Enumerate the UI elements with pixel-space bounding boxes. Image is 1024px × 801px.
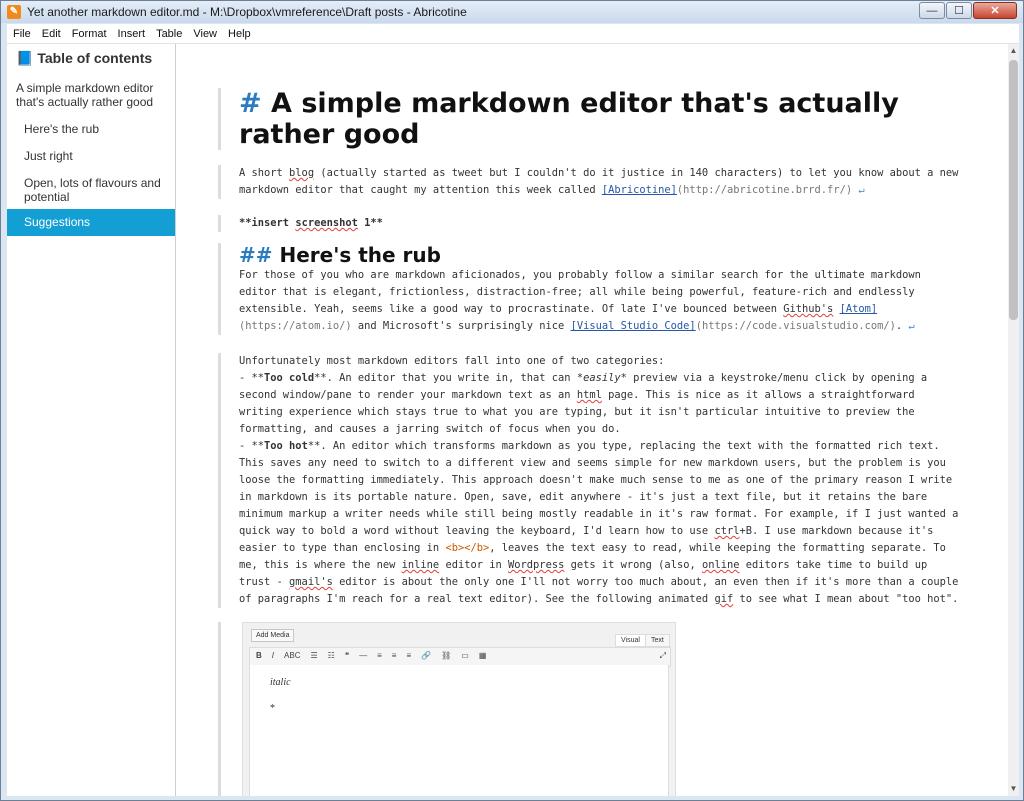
window-title: Yet another markdown editor.md - M:\Drop… (27, 5, 467, 19)
wp-text-asterisk: * (270, 703, 275, 714)
toc-item-just-right[interactable]: Just right (7, 149, 175, 163)
add-media-button-image: Add Media (251, 629, 295, 642)
kitchen-sink-icon: ▦ (478, 651, 487, 660)
return-icon: ↵ (908, 320, 915, 332)
scroll-down-arrow-icon[interactable]: ▼ (1008, 782, 1019, 796)
toc-item-open-lots[interactable]: Open, lots of flavours and potential (7, 176, 175, 206)
return-icon: ↵ (858, 184, 865, 196)
abricotine-link[interactable]: [Abricotine] (602, 184, 677, 196)
h1-text: A simple markdown editor that's actually… (239, 88, 899, 150)
wp-toolbar-image: B I ABC ☰ ☷ ❝ — ≡ ≡ ≡ 🔗 ⛓ ▭ ▦ ⤢ (249, 647, 671, 667)
spell-error: blog (289, 167, 315, 179)
scroll-up-arrow-icon[interactable]: ▲ (1008, 44, 1019, 58)
toc-item-heres-the-rub[interactable]: Here's the rub (7, 122, 175, 136)
wp-text-italic: italic (270, 677, 291, 688)
menu-view[interactable]: View (187, 25, 222, 40)
embedded-gif-image: Add Media Visual Text B I ABC ☰ ☷ ❝ — ≡ ≡ ≡ 🔗 ⛓ ▭ ▦ ⤢… (242, 622, 676, 796)
markdown-editor[interactable]: # A simple markdown editor that's actual… (176, 44, 1008, 796)
quote-icon: ❝ (344, 651, 350, 660)
vertical-scrollbar[interactable]: ▲ ▼ (1008, 44, 1019, 796)
toc-item-main-heading[interactable]: A simple markdown editor that's actually… (7, 81, 175, 111)
bold-icon: B (256, 651, 262, 660)
toc-title-label: Table of contents (37, 50, 153, 66)
visual-tab-image: Visual (615, 634, 646, 647)
unlink-icon: ⛓ (441, 651, 452, 660)
menu-table[interactable]: Table (150, 25, 187, 40)
h2-hash: ## (239, 243, 273, 267)
vscode-link[interactable]: [Visual Studio Code] (571, 320, 696, 332)
title-bar: ✎ Yet another markdown editor.md - M:\Dr… (1, 1, 1023, 23)
fullscreen-icon: ⤢ (659, 651, 666, 660)
align-center-icon: ≡ (391, 651, 397, 660)
atom-link[interactable]: [Atom] (840, 303, 878, 315)
toc-item-suggestions[interactable]: Suggestions (7, 209, 175, 236)
toc-title: 📘 Table of contents (16, 50, 152, 67)
menu-insert[interactable]: Insert (112, 25, 151, 40)
align-left-icon: ≡ (377, 651, 382, 660)
embedded-gif-block: Add Media Visual Text B I ABC ☰ ☷ ❝ — ≡ ≡ ≡ 🔗 ⛓ ▭ ▦ ⤢… (218, 622, 676, 796)
menu-bar: File Edit Format Insert Table View Help (7, 24, 1019, 44)
link-icon: 🔗 (421, 651, 432, 660)
align-right-icon: ≡ (406, 651, 412, 660)
wp-editor-body-image: italic * (249, 665, 669, 796)
minimize-button[interactable]: — (919, 2, 945, 19)
scroll-thumb[interactable] (1009, 60, 1018, 320)
paragraph-screenshot: **insert screenshot 1** (218, 215, 959, 232)
close-button[interactable]: ✕ (973, 2, 1017, 19)
bullet-list-icon: ☰ (310, 651, 318, 660)
numbered-list-icon: ☷ (327, 651, 335, 660)
menu-file[interactable]: File (7, 25, 36, 40)
more-tag-icon: ▭ (461, 651, 469, 660)
window-controls: — ☐ ✕ (918, 2, 1017, 19)
h1-hash: # (239, 88, 262, 119)
menu-format[interactable]: Format (66, 25, 112, 40)
hr-icon: — (359, 651, 368, 660)
book-icon: 📘 (16, 50, 34, 66)
menu-help[interactable]: Help (222, 25, 256, 40)
paragraph-intro: A short blog (actually started as tweet … (218, 165, 959, 199)
italic-icon: I (271, 651, 275, 660)
paragraph-categories: Unfortunately most markdown editors fall… (218, 353, 959, 608)
section-heres-the-rub: ## Here's the rub For those of you who a… (218, 243, 959, 335)
maximize-button[interactable]: ☐ (946, 2, 972, 19)
menu-edit[interactable]: Edit (36, 25, 66, 40)
text-tab-image: Text (645, 634, 670, 647)
toc-sidebar: 📘 Table of contents A simple markdown ed… (7, 44, 176, 796)
heading-1: # A simple markdown editor that's actual… (218, 88, 939, 150)
app-window: ✎ Yet another markdown editor.md - M:\Dr… (0, 0, 1024, 801)
abricotine-icon: ✎ (7, 5, 21, 19)
strike-icon: ABC (284, 651, 301, 660)
h2-text: Here's the rub (279, 243, 441, 267)
